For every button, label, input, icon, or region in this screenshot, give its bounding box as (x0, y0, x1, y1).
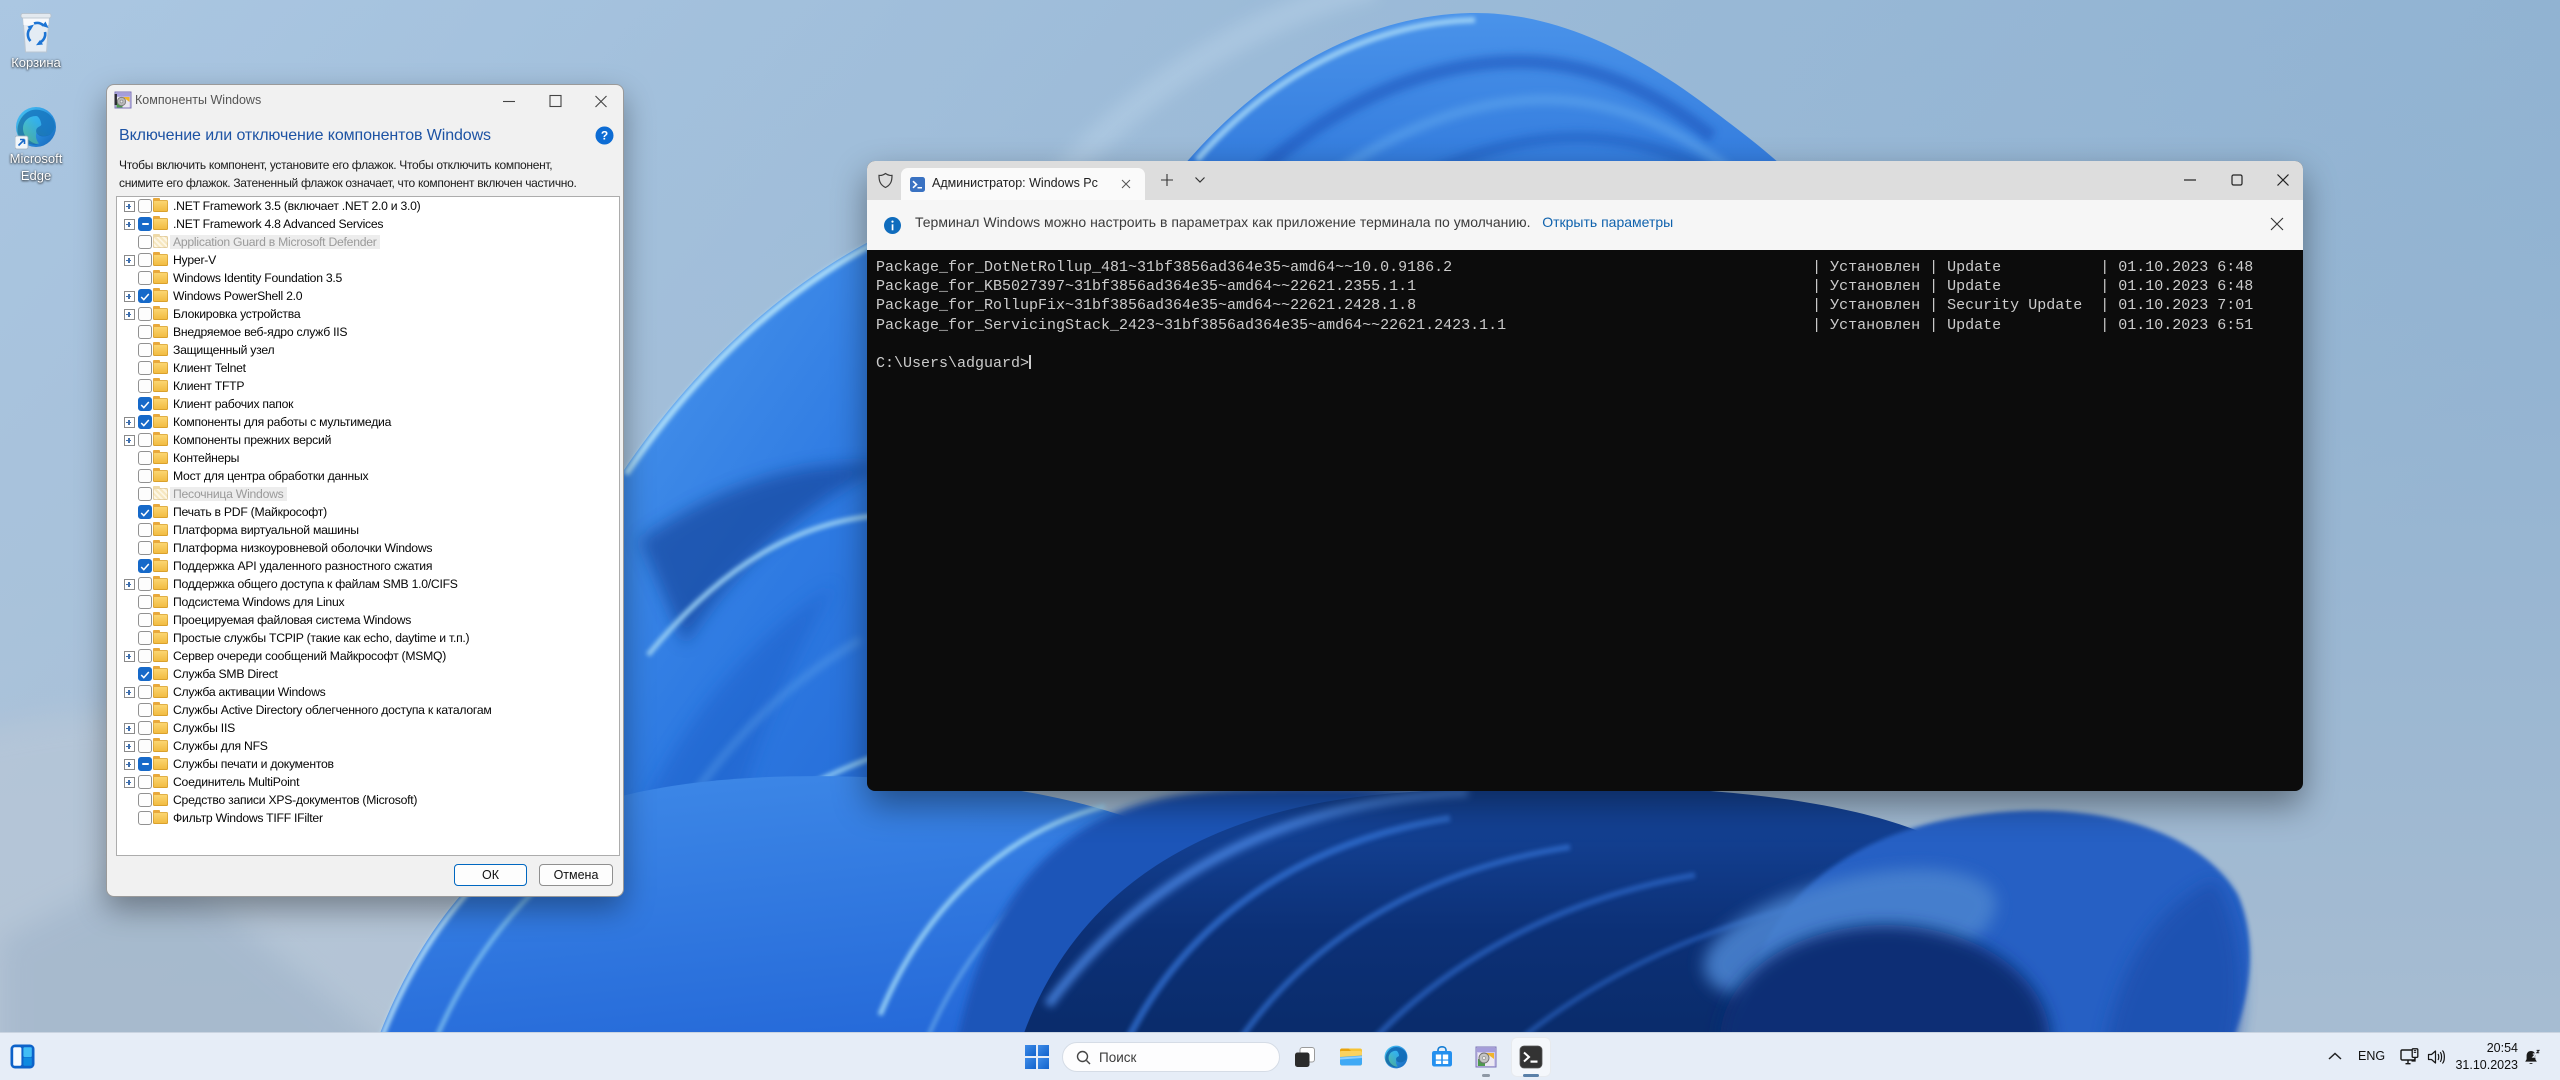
svg-text:?: ? (601, 129, 608, 143)
